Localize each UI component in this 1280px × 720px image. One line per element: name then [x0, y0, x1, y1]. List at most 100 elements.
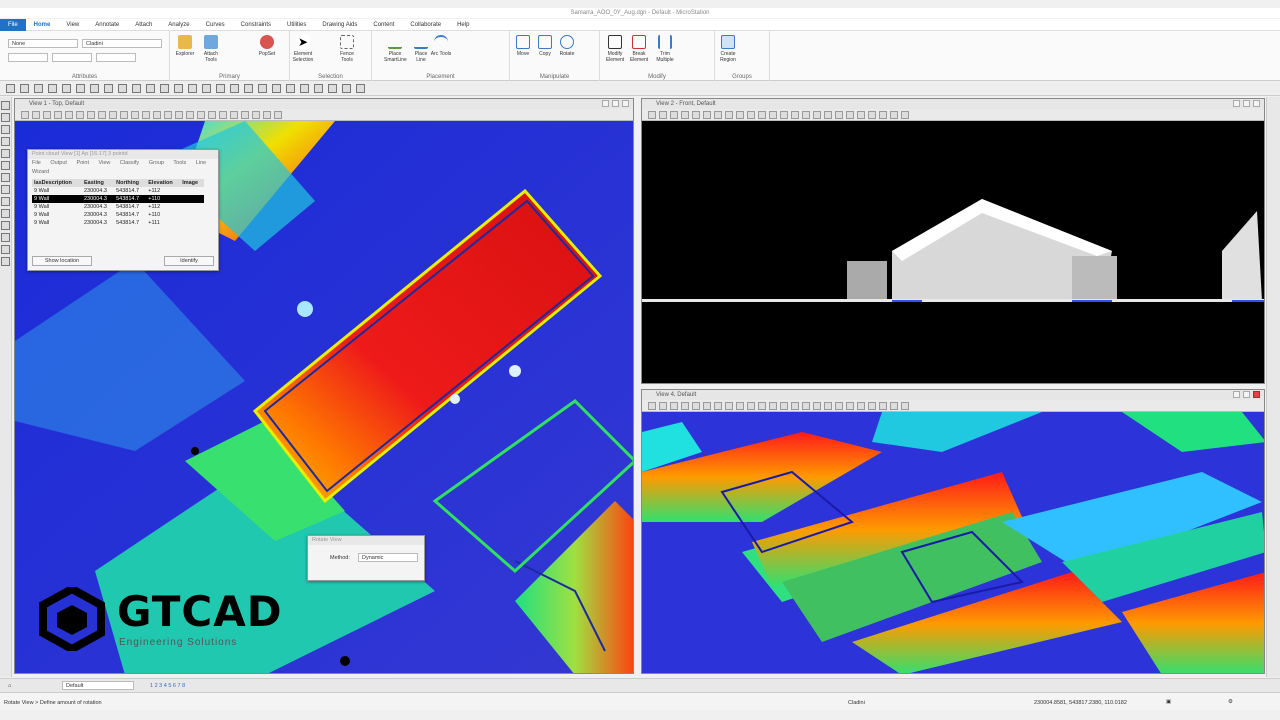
toolbar-tool-icon[interactable] — [146, 84, 155, 93]
iso-view-canvas[interactable] — [642, 412, 1264, 673]
toolbar-tool-icon[interactable] — [272, 84, 281, 93]
toolbar-tool-icon[interactable] — [356, 84, 365, 93]
minimize-icon[interactable] — [602, 100, 609, 107]
toolbar-tool-icon[interactable] — [202, 84, 211, 93]
menu-help[interactable]: Help — [449, 19, 477, 31]
table-row[interactable]: 9 Wall 230004.3 543814.7 +112 — [32, 203, 204, 211]
view-tool-icon[interactable] — [736, 111, 744, 119]
menu-collaborate[interactable]: Collaborate — [402, 19, 449, 31]
view-tool-icon[interactable] — [901, 402, 909, 410]
toolbar-tool-icon[interactable] — [216, 84, 225, 93]
column-header[interactable]: Image — [180, 179, 204, 187]
view-tool-icon[interactable] — [681, 402, 689, 410]
create-region-button[interactable]: Create Region — [717, 35, 739, 63]
menu-view[interactable]: View — [58, 19, 87, 31]
toolbar-tool-icon[interactable] — [300, 84, 309, 93]
show-location-button[interactable]: Show location — [32, 256, 92, 266]
view-tool-icon[interactable] — [76, 111, 84, 119]
view-tool-icon[interactable] — [252, 111, 260, 119]
view-tool-icon[interactable] — [219, 111, 227, 119]
maximize-icon[interactable] — [1243, 391, 1250, 398]
menu-file[interactable]: File — [0, 18, 26, 31]
table-row-selected[interactable]: 9 Wall 230004.3 543814.7 +110 — [32, 195, 204, 203]
menu-item[interactable]: Group — [149, 160, 164, 166]
color-combo[interactable] — [8, 53, 48, 62]
toolbar-tool-icon[interactable] — [132, 84, 141, 93]
view-tool-icon[interactable] — [230, 111, 238, 119]
toolbar-tool-icon[interactable] — [62, 84, 71, 93]
side-tool-icon[interactable] — [1, 149, 10, 158]
view-tool-icon[interactable] — [54, 111, 62, 119]
view-tool-icon[interactable] — [32, 111, 40, 119]
maximize-icon[interactable] — [612, 100, 619, 107]
table-row[interactable]: 9 Wall 230004.3 543814.7 +112 — [32, 187, 204, 195]
view-tool-icon[interactable] — [274, 111, 282, 119]
view-tool-icon[interactable] — [65, 111, 73, 119]
menu-item[interactable]: Line — [196, 160, 206, 166]
side-tool-icon[interactable] — [1, 113, 10, 122]
minimize-icon[interactable] — [1233, 391, 1240, 398]
toolbar-tool-icon[interactable] — [6, 84, 15, 93]
view-tool-icon[interactable] — [824, 402, 832, 410]
save-icon[interactable]: ▣ — [1166, 698, 1171, 706]
wizard-menu[interactable]: Wizard — [28, 168, 218, 177]
menu-utilities[interactable]: Utilities — [279, 19, 314, 31]
view-tool-icon[interactable] — [241, 111, 249, 119]
front-view-canvas[interactable] — [642, 121, 1264, 383]
view-tool-icon[interactable] — [890, 402, 898, 410]
view-tool-icon[interactable] — [868, 402, 876, 410]
element-selection-button[interactable]: ➤ Element Selection — [292, 35, 314, 63]
view-tool-icon[interactable] — [670, 402, 678, 410]
view-tool-icon[interactable] — [120, 111, 128, 119]
close-icon[interactable] — [1253, 100, 1260, 107]
toolbar-tool-icon[interactable] — [160, 84, 169, 93]
level2-combo[interactable]: Cladini — [82, 39, 162, 48]
view-tool-icon[interactable] — [153, 111, 161, 119]
view-tool-icon[interactable] — [681, 111, 689, 119]
view-tool-icon[interactable] — [791, 111, 799, 119]
modify-element-button[interactable]: Modify Element — [604, 35, 626, 63]
view-tool-icon[interactable] — [890, 111, 898, 119]
side-tool-icon[interactable] — [1, 257, 10, 266]
menu-item[interactable]: Classify — [120, 160, 139, 166]
view-tool-icon[interactable] — [747, 402, 755, 410]
toolbar-tool-icon[interactable] — [314, 84, 323, 93]
side-tool-icon[interactable] — [1, 137, 10, 146]
menu-item[interactable]: Point — [76, 160, 89, 166]
view-number-buttons[interactable]: 1 2 3 4 5 6 7 8 — [150, 682, 185, 690]
method-select[interactable]: Dynamic — [358, 553, 418, 562]
view-tool-icon[interactable] — [879, 402, 887, 410]
toolbar-tool-icon[interactable] — [244, 84, 253, 93]
view-tool-icon[interactable] — [263, 111, 271, 119]
view-tool-icon[interactable] — [791, 402, 799, 410]
toolbar-tool-icon[interactable] — [258, 84, 267, 93]
view-tool-icon[interactable] — [725, 111, 733, 119]
view-tool-icon[interactable] — [175, 111, 183, 119]
view-tool-icon[interactable] — [846, 402, 854, 410]
view-tool-icon[interactable] — [758, 111, 766, 119]
close-icon[interactable] — [1253, 391, 1260, 398]
menu-attach[interactable]: Attach — [127, 19, 160, 31]
side-tool-icon[interactable] — [1, 197, 10, 206]
side-tool-icon[interactable] — [1, 161, 10, 170]
view-tool-icon[interactable] — [857, 111, 865, 119]
identify-button[interactable]: Identify — [164, 256, 214, 266]
settings-icon[interactable]: ⚙ — [1228, 698, 1233, 706]
toolbar-tool-icon[interactable] — [118, 84, 127, 93]
menu-analyze[interactable]: Analyze — [160, 19, 197, 31]
toolbar-tool-icon[interactable] — [230, 84, 239, 93]
view-tool-icon[interactable] — [142, 111, 150, 119]
view-tool-icon[interactable] — [802, 111, 810, 119]
menu-item[interactable]: View — [99, 160, 111, 166]
view-4-iso[interactable]: View 4, Default — [641, 389, 1265, 674]
side-tool-icon[interactable] — [1, 125, 10, 134]
menu-curves[interactable]: Curves — [198, 19, 233, 31]
view-tool-icon[interactable] — [164, 111, 172, 119]
rotate-view-dialog[interactable]: Rotate View Method: Dynamic — [307, 535, 425, 581]
toolbar-tool-icon[interactable] — [48, 84, 57, 93]
view-tool-icon[interactable] — [703, 111, 711, 119]
place-line-button[interactable]: Place Line — [410, 35, 432, 63]
menu-constraints[interactable]: Constraints — [233, 19, 279, 31]
copy-button[interactable]: Copy — [534, 35, 556, 57]
view-tool-icon[interactable] — [824, 111, 832, 119]
